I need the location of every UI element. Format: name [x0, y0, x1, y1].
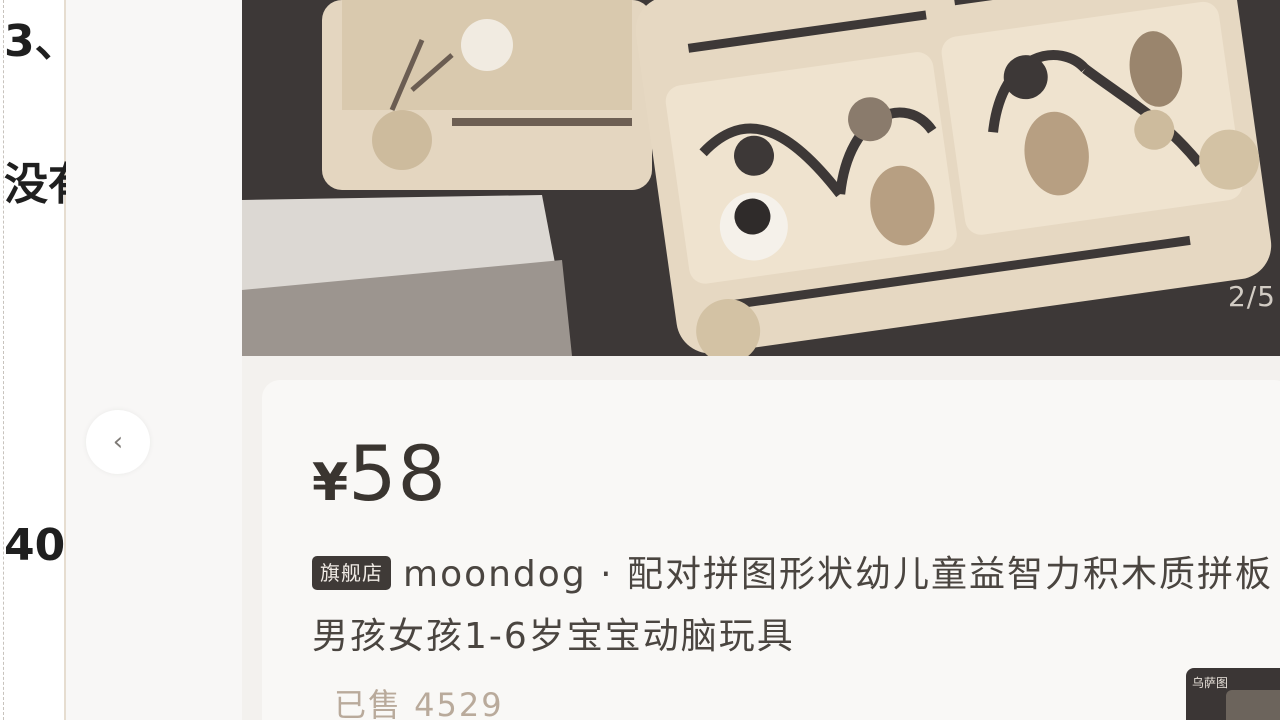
screen: 3、 没有 40 ‹: [0, 0, 1280, 720]
price-value: 58: [348, 429, 447, 518]
currency-symbol: ¥: [312, 453, 349, 513]
product-photo: [242, 0, 1280, 356]
document-strip: 3、 没有 40: [0, 0, 66, 720]
dashed-margin-line: [3, 0, 4, 720]
document-text-fragment: 40: [4, 520, 66, 571]
thumbnail-label: 乌萨图: [1192, 676, 1229, 690]
image-counter: 2/5: [1227, 280, 1276, 313]
floating-thumbnail[interactable]: 乌萨图: [1186, 668, 1280, 720]
product-title-text: moondog · 配对拼图形状幼儿童益智力积木质拼板男孩女孩1-6岁宝宝动脑玩…: [312, 554, 1273, 657]
back-button[interactable]: ‹: [86, 410, 150, 474]
side-gutter: [66, 0, 242, 720]
document-text-fragment: 没有: [4, 159, 66, 210]
product-info-panel: ¥58 旗舰店 moondog · 配对拼图形状幼儿童益智力积木质拼板男孩女孩1-…: [262, 380, 1280, 720]
product-title: 旗舰店 moondog · 配对拼图形状幼儿童益智力积木质拼板男孩女孩1-6岁宝宝…: [312, 544, 1280, 668]
flagship-store-badge: 旗舰店: [312, 556, 391, 590]
document-text-fragment: 3、: [4, 16, 66, 67]
product-image-gallery[interactable]: 2/5: [242, 0, 1280, 356]
sold-count: 已售 4529: [334, 686, 504, 720]
price: ¥58: [312, 436, 447, 512]
product-info-card: ¥58 旗舰店 moondog · 配对拼图形状幼儿童益智力积木质拼板男孩女孩1-…: [242, 356, 1280, 720]
chevron-left-icon: ‹: [112, 427, 124, 457]
thumbnail-image: [1226, 690, 1280, 720]
